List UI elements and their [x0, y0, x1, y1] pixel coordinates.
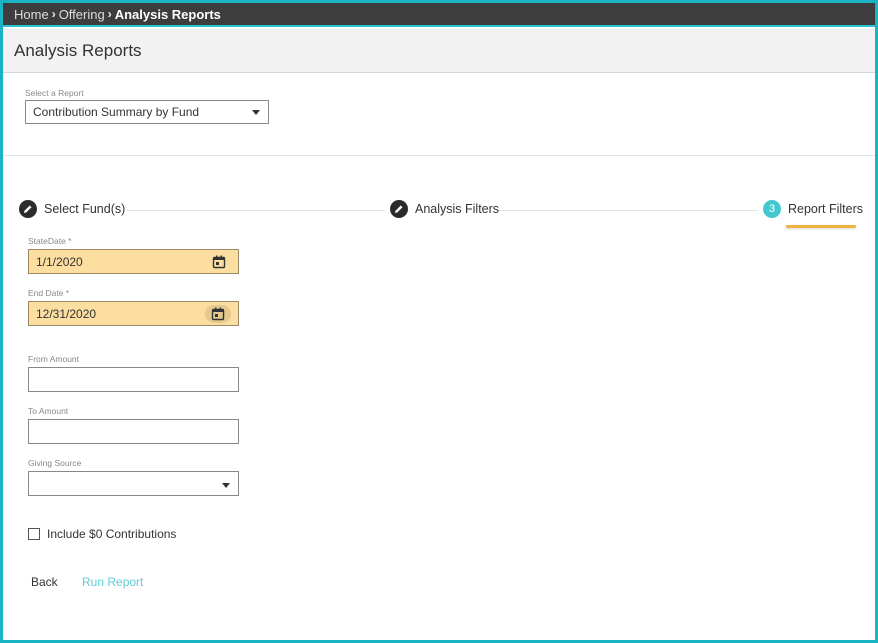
calendar-icon[interactable]	[212, 255, 226, 269]
back-button[interactable]: Back	[31, 575, 58, 589]
section-divider	[3, 155, 875, 156]
giving-source-label: Giving Source	[28, 458, 82, 468]
giving-source-select[interactable]	[28, 471, 239, 496]
run-report-button[interactable]: Run Report	[82, 575, 143, 589]
report-select-value: Contribution Summary by Fund	[33, 105, 200, 119]
chevron-right-icon: ›	[107, 7, 112, 21]
giving-source-field: Giving Source	[28, 458, 239, 496]
include-zero-checkbox[interactable]	[28, 528, 40, 540]
start-date-label: StateDate *	[28, 236, 72, 246]
page-header: Analysis Reports	[3, 29, 875, 73]
from-amount-input[interactable]	[28, 367, 239, 392]
breadcrumb-home[interactable]: Home	[14, 7, 49, 22]
page-title: Analysis Reports	[14, 40, 142, 60]
step-connector	[127, 210, 385, 211]
from-amount-field: From Amount	[28, 354, 239, 392]
chevron-right-icon: ›	[51, 7, 56, 21]
start-date-field: StateDate * 1/1/2020	[28, 236, 239, 274]
calendar-icon[interactable]	[205, 305, 231, 323]
to-amount-field: To Amount	[28, 406, 239, 444]
step-analysis-filters[interactable]: Analysis Filters	[390, 200, 499, 218]
active-step-indicator	[786, 225, 856, 228]
report-selector-label: Select a Report	[25, 88, 84, 98]
wizard-stepper: Select Fund(s) Analysis Filters 3 Report…	[3, 197, 875, 228]
breadcrumb-current: Analysis Reports	[114, 6, 221, 22]
start-date-input[interactable]: 1/1/2020	[28, 249, 239, 274]
step-number-badge: 3	[763, 200, 781, 218]
step-select-funds[interactable]: Select Fund(s)	[19, 200, 125, 218]
end-date-input[interactable]: 12/31/2020	[28, 301, 239, 326]
from-amount-label: From Amount	[28, 354, 80, 364]
breadcrumb: Home › Offering › Analysis Reports	[3, 3, 875, 27]
breadcrumb-offering[interactable]: Offering	[59, 7, 105, 22]
step-label: Analysis Filters	[415, 202, 500, 216]
pencil-icon	[390, 200, 408, 218]
step-label: Select Fund(s)	[44, 202, 126, 216]
include-zero-row: Include $0 Contributions	[28, 527, 176, 541]
report-selector: Select a Report Contribution Summary by …	[25, 88, 271, 124]
pencil-icon	[19, 200, 37, 218]
to-amount-input[interactable]	[28, 419, 239, 444]
step-connector	[496, 210, 758, 211]
to-amount-label: To Amount	[28, 406, 69, 416]
end-date-label: End Date *	[28, 288, 70, 298]
end-date-field: End Date * 12/31/2020	[28, 288, 239, 326]
include-zero-label[interactable]: Include $0 Contributions	[47, 527, 176, 541]
app-frame: Home › Offering › Analysis Reports Analy…	[3, 3, 875, 640]
end-date-value: 12/31/2020	[36, 306, 97, 321]
step-report-filters[interactable]: 3 Report Filters	[763, 200, 863, 218]
caret-down-icon	[222, 483, 230, 488]
step-label: Report Filters	[788, 202, 864, 216]
report-select-dropdown[interactable]: Contribution Summary by Fund	[25, 100, 269, 124]
start-date-value: 1/1/2020	[36, 254, 83, 269]
caret-down-icon	[252, 110, 260, 115]
